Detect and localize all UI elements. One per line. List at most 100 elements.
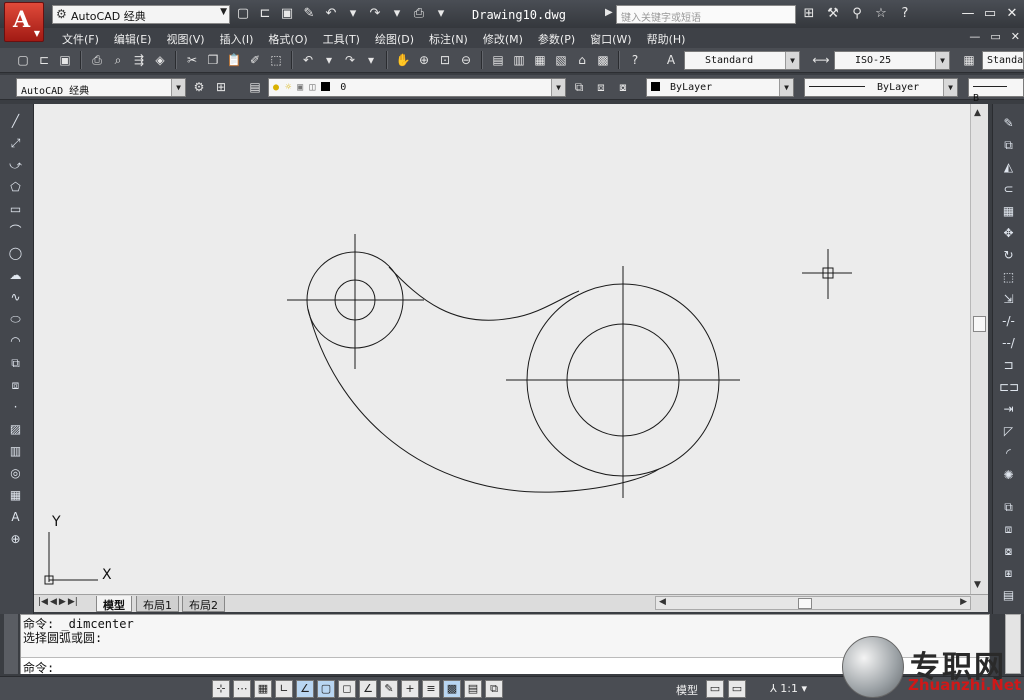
table-style-icon[interactable]: ▦	[960, 51, 978, 69]
menu-edit[interactable]: 编辑(E)	[108, 28, 161, 48]
multiline-text-icon[interactable]: A	[6, 508, 25, 526]
print-icon[interactable]: ⎙	[410, 5, 428, 23]
table-icon[interactable]: ▦	[6, 486, 25, 504]
fillet-icon[interactable]: ◜	[999, 444, 1018, 462]
offset-icon[interactable]: ⊂	[999, 180, 1018, 198]
layer-properties-icon[interactable]: ▤	[246, 78, 264, 96]
lineweight-toggle-icon[interactable]: ≡	[422, 680, 440, 698]
undo-dropdown-icon[interactable]: ▾	[344, 5, 362, 23]
menu-view[interactable]: 视图(V)	[160, 28, 213, 48]
text-style-select[interactable]: Standard ▼	[684, 51, 800, 70]
revision-cloud-icon[interactable]: ☁	[6, 266, 25, 284]
paste-icon[interactable]: 📋	[225, 51, 243, 69]
gradient-icon[interactable]: ▥	[6, 442, 25, 460]
rectangle-icon[interactable]: ▭	[6, 200, 25, 218]
application-menu-button[interactable]: A ▼	[4, 2, 44, 42]
redo-dropdown-icon[interactable]: ▾	[362, 51, 380, 69]
grid-display-icon[interactable]: ▦	[254, 680, 272, 698]
trim-icon[interactable]: -/-	[999, 312, 1018, 330]
layer-states-icon[interactable]: ⧇	[614, 78, 632, 96]
redo-icon[interactable]: ↷	[366, 5, 384, 23]
model-space-label[interactable]: 模型	[676, 682, 698, 698]
vertical-scrollbar[interactable]: ▲ ▼	[970, 104, 988, 594]
tool-palettes-icon[interactable]: ▦	[531, 51, 549, 69]
lock-ui-icon[interactable]: ⊞	[212, 78, 230, 96]
ellipse-icon[interactable]: ⬭	[6, 310, 25, 328]
open-icon[interactable]: ⊏	[35, 51, 53, 69]
add-selected-icon[interactable]: ⊕	[6, 530, 25, 548]
workspace-switcher[interactable]: ⚙ AutoCAD 经典 ▼	[52, 5, 230, 24]
insert-block-icon[interactable]: ⧉	[6, 354, 25, 372]
copy-icon[interactable]: ❐	[204, 51, 222, 69]
mirror-icon[interactable]: ◭	[999, 158, 1018, 176]
rotate-icon[interactable]: ↻	[999, 246, 1018, 264]
region-icon[interactable]: ◎	[6, 464, 25, 482]
layer-select[interactable]: ● ☼ ▣ ◫ 0 ▼	[268, 78, 566, 97]
circle-icon[interactable]: ◯	[6, 244, 25, 262]
copy-object-icon[interactable]: ⧉	[999, 136, 1018, 154]
arc-icon[interactable]: ⌒	[6, 222, 25, 240]
3d-dwf-icon[interactable]: ◈	[151, 51, 169, 69]
undo-icon[interactable]: ↶	[322, 5, 340, 23]
menu-window[interactable]: 窗口(W)	[584, 28, 640, 48]
new-file-icon[interactable]: ▢	[234, 5, 252, 23]
menu-format[interactable]: 格式(O)	[262, 28, 316, 48]
color-select[interactable]: ByLayer ▼	[646, 78, 794, 97]
erase-icon[interactable]: ✎	[999, 114, 1018, 132]
send-to-back-icon[interactable]: ⧇	[999, 542, 1018, 560]
plot-icon[interactable]: ⎙	[88, 51, 106, 69]
scroll-right-icon[interactable]: ▶	[960, 597, 967, 607]
zoom-previous-icon[interactable]: ⊖	[457, 51, 475, 69]
undo-icon[interactable]: ↶	[299, 51, 317, 69]
lower-tangent-arc[interactable]	[307, 308, 660, 493]
extend-icon[interactable]: --/	[999, 334, 1018, 352]
zoom-window-icon[interactable]: ⊡	[436, 51, 454, 69]
menu-tools[interactable]: 工具(T)	[317, 28, 369, 48]
scroll-up-icon[interactable]: ▲	[974, 108, 981, 118]
upper-tangent-arc[interactable]	[388, 266, 580, 321]
first-tab-icon[interactable]: |◀	[38, 597, 48, 607]
array-icon[interactable]: ▦	[999, 202, 1018, 220]
quick-properties-icon[interactable]: ▤	[464, 680, 482, 698]
design-center-icon[interactable]: ▥	[510, 51, 528, 69]
break-at-point-icon[interactable]: ⊐	[999, 356, 1018, 374]
favorites-star-icon[interactable]: ☆	[872, 5, 890, 23]
bring-above-icon[interactable]: ⧆	[999, 564, 1018, 582]
sheet-set-icon[interactable]: ▧	[552, 51, 570, 69]
selection-cycling-icon[interactable]: ⧉	[485, 680, 503, 698]
help-icon[interactable]: ?	[626, 51, 644, 69]
quick-view-drawings-icon[interactable]: ▭	[728, 680, 746, 698]
construction-line-icon[interactable]: ⤢	[6, 134, 25, 152]
menu-parameter[interactable]: 参数(P)	[532, 28, 584, 48]
redo-icon[interactable]: ↷	[341, 51, 359, 69]
pan-icon[interactable]: ✋	[394, 51, 412, 69]
next-tab-icon[interactable]: ▶	[59, 597, 66, 607]
stretch-icon[interactable]: ⇲	[999, 290, 1018, 308]
line-icon[interactable]: ╱	[6, 112, 25, 130]
close-button[interactable]: ✕	[1002, 5, 1022, 23]
restore-button[interactable]: ▭	[980, 5, 1000, 23]
ellipse-arc-icon[interactable]: ◠	[6, 332, 25, 350]
menu-dimension[interactable]: 标注(N)	[423, 28, 477, 48]
help-icon[interactable]: ?	[896, 5, 914, 23]
menu-help[interactable]: 帮助(H)	[641, 28, 695, 48]
workspace-settings-icon[interactable]: ⚙	[190, 78, 208, 96]
properties-icon[interactable]: ▤	[489, 51, 507, 69]
break-icon[interactable]: ⊏⊐	[999, 378, 1019, 396]
markup-icon[interactable]: ⌂	[573, 51, 591, 69]
zoom-realtime-icon[interactable]: ⊕	[415, 51, 433, 69]
scroll-down-icon[interactable]: ▼	[974, 580, 981, 590]
polygon-icon[interactable]: ⬠	[6, 178, 25, 196]
explode-icon[interactable]: ✺	[999, 466, 1018, 484]
prev-tab-icon[interactable]: ◀	[50, 597, 57, 607]
make-current-layer-icon[interactable]: ⧉	[570, 78, 588, 96]
menu-draw[interactable]: 绘图(D)	[369, 28, 423, 48]
lineweight-select[interactable]: B	[968, 78, 1024, 104]
search-input[interactable]: 键入关键字或短语	[616, 5, 796, 24]
save-icon[interactable]: ▣	[278, 5, 296, 23]
scroll-left-icon[interactable]: ◀	[659, 597, 666, 607]
command-window-handle[interactable]	[4, 614, 18, 674]
snap-mode-icon[interactable]: ⋯	[233, 680, 251, 698]
object-snap-icon[interactable]: ▢	[317, 680, 335, 698]
cut-icon[interactable]: ✂	[183, 51, 201, 69]
